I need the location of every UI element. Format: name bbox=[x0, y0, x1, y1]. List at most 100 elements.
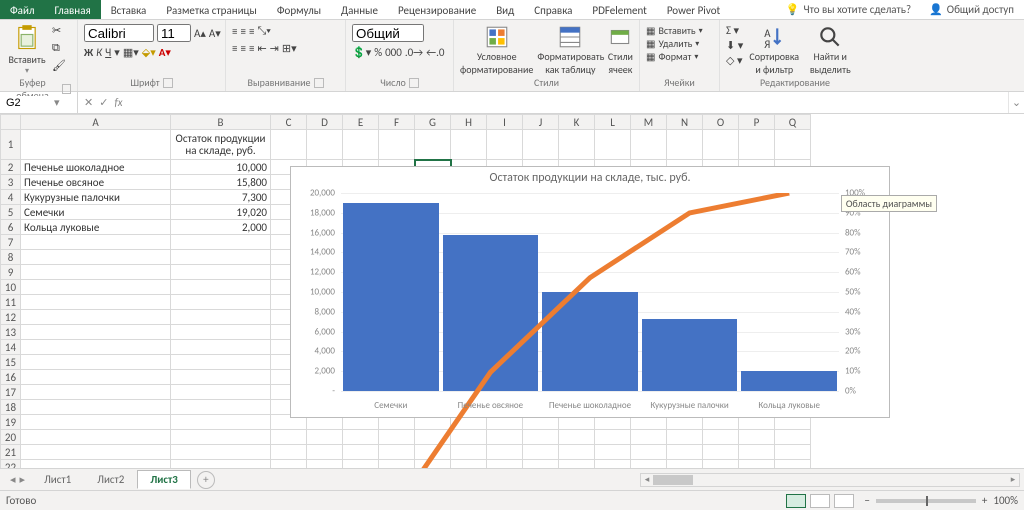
view-page-break-button[interactable] bbox=[834, 494, 854, 508]
cells-format-button[interactable]: ▦Формат▾ bbox=[646, 50, 703, 63]
cell-A3[interactable]: Печенье овсяное bbox=[21, 175, 171, 190]
share-button[interactable]: 👤 Общий доступ bbox=[919, 0, 1024, 19]
cell-B2[interactable]: 10,000 bbox=[171, 160, 271, 175]
orientation-icon[interactable]: ⤡▾ bbox=[257, 24, 270, 38]
fx-icon[interactable]: fx bbox=[114, 96, 122, 109]
worksheet-grid[interactable]: ABCDEFGHIJKLMNOPQ1Остаток продукции на с… bbox=[0, 114, 1024, 468]
scroll-right-icon[interactable]: ▸ bbox=[1007, 474, 1019, 486]
cell-D1[interactable] bbox=[307, 130, 343, 160]
col-header-L[interactable]: L bbox=[595, 115, 631, 130]
row-header-20[interactable]: 20 bbox=[1, 430, 21, 445]
tab-Формулы[interactable]: Формулы bbox=[267, 0, 331, 19]
cell-B3[interactable]: 15,800 bbox=[171, 175, 271, 190]
col-header-K[interactable]: K bbox=[559, 115, 595, 130]
col-header-J[interactable]: J bbox=[523, 115, 559, 130]
row-header-10[interactable]: 10 bbox=[1, 280, 21, 295]
cell-B17[interactable] bbox=[171, 385, 271, 400]
sheet-tab-Лист1[interactable]: Лист1 bbox=[31, 470, 84, 489]
cell-A2[interactable]: Печенье шоколадное bbox=[21, 160, 171, 175]
cell-A9[interactable] bbox=[21, 265, 171, 280]
cells-insert-button[interactable]: ▦Вставить▾ bbox=[646, 24, 703, 37]
cell-C22[interactable] bbox=[271, 460, 307, 469]
cell-A10[interactable] bbox=[21, 280, 171, 295]
comma-icon[interactable]: 000 bbox=[385, 46, 402, 59]
zoom-slider[interactable] bbox=[876, 499, 976, 503]
cell-M1[interactable] bbox=[631, 130, 667, 160]
view-normal-button[interactable] bbox=[786, 494, 806, 508]
col-header-O[interactable]: O bbox=[703, 115, 739, 130]
font-name-select[interactable] bbox=[84, 24, 154, 42]
cell-D21[interactable] bbox=[307, 445, 343, 460]
cell-B22[interactable] bbox=[171, 460, 271, 469]
view-page-layout-button[interactable] bbox=[810, 494, 830, 508]
percent-icon[interactable]: % bbox=[374, 46, 382, 59]
cell-L1[interactable] bbox=[595, 130, 631, 160]
italic-button[interactable]: К bbox=[96, 46, 102, 59]
cell-B7[interactable] bbox=[171, 235, 271, 250]
row-header-19[interactable]: 19 bbox=[1, 415, 21, 430]
row-header-3[interactable]: 3 bbox=[1, 175, 21, 190]
expand-formula-icon[interactable]: ⌄ bbox=[1008, 92, 1024, 113]
row-header-14[interactable]: 14 bbox=[1, 340, 21, 355]
cut-icon[interactable]: ✂ bbox=[52, 24, 66, 37]
tab-Справка[interactable]: Справка bbox=[524, 0, 582, 19]
sort-filter-button[interactable]: AЯ Сортировка и фильтр bbox=[747, 24, 801, 76]
cell-A19[interactable] bbox=[21, 415, 171, 430]
cell-B20[interactable] bbox=[171, 430, 271, 445]
name-box-dropdown-icon[interactable]: ▾ bbox=[54, 96, 60, 109]
cell-O1[interactable] bbox=[703, 130, 739, 160]
col-header-C[interactable]: C bbox=[271, 115, 307, 130]
cell-B13[interactable] bbox=[171, 325, 271, 340]
cell-B16[interactable] bbox=[171, 370, 271, 385]
cell-B15[interactable] bbox=[171, 355, 271, 370]
row-header-15[interactable]: 15 bbox=[1, 355, 21, 370]
col-header-G[interactable]: G bbox=[415, 115, 451, 130]
col-header-B[interactable]: B bbox=[171, 115, 271, 130]
row-header-1[interactable]: 1 bbox=[1, 130, 21, 160]
row-header-13[interactable]: 13 bbox=[1, 325, 21, 340]
font-dialog-icon[interactable] bbox=[163, 78, 173, 88]
col-header-Q[interactable]: Q bbox=[775, 115, 811, 130]
row-header-7[interactable]: 7 bbox=[1, 235, 21, 250]
row-header-21[interactable]: 21 bbox=[1, 445, 21, 460]
cell-B21[interactable] bbox=[171, 445, 271, 460]
col-header-I[interactable]: I bbox=[487, 115, 523, 130]
cell-B18[interactable] bbox=[171, 400, 271, 415]
align-middle-icon[interactable]: ≡ bbox=[240, 25, 245, 38]
cell-I1[interactable] bbox=[487, 130, 523, 160]
name-box-input[interactable] bbox=[4, 96, 54, 110]
bold-button[interactable]: Ж bbox=[84, 46, 93, 59]
cell-C21[interactable] bbox=[271, 445, 307, 460]
number-dialog-icon[interactable] bbox=[409, 78, 419, 88]
align-top-icon[interactable]: ≡ bbox=[232, 25, 237, 38]
row-header-2[interactable]: 2 bbox=[1, 160, 21, 175]
paste-button[interactable]: Вставить ▾ bbox=[6, 24, 48, 76]
tell-me[interactable]: 💡 Что вы хотите сделать? bbox=[778, 0, 919, 19]
col-header-M[interactable]: M bbox=[631, 115, 667, 130]
cell-A21[interactable] bbox=[21, 445, 171, 460]
cell-B6[interactable]: 2,000 bbox=[171, 220, 271, 235]
cell-H1[interactable] bbox=[451, 130, 487, 160]
row-header-22[interactable]: 22 bbox=[1, 460, 21, 469]
row-header-9[interactable]: 9 bbox=[1, 265, 21, 280]
font-color-button[interactable]: A▾ bbox=[159, 46, 171, 59]
cell-C1[interactable] bbox=[271, 130, 307, 160]
cell-C20[interactable] bbox=[271, 430, 307, 445]
cell-Q1[interactable] bbox=[775, 130, 811, 160]
tab-Разметка страницы[interactable]: Разметка страницы bbox=[156, 0, 267, 19]
indent-dec-icon[interactable]: ⇤ bbox=[257, 42, 266, 55]
zoom-out-button[interactable]: − bbox=[864, 494, 869, 507]
cancel-icon[interactable]: ✕ bbox=[84, 96, 93, 109]
row-header-17[interactable]: 17 bbox=[1, 385, 21, 400]
formula-input[interactable] bbox=[129, 92, 1008, 113]
sheet-nav-prev-icon[interactable]: ◂ bbox=[10, 473, 16, 486]
sheet-tab-Лист2[interactable]: Лист2 bbox=[84, 470, 137, 489]
cell-A17[interactable] bbox=[21, 385, 171, 400]
row-header-5[interactable]: 5 bbox=[1, 205, 21, 220]
align-left-icon[interactable]: ≡ bbox=[232, 42, 237, 55]
cell-A14[interactable] bbox=[21, 340, 171, 355]
name-box[interactable]: ▾ bbox=[0, 92, 78, 113]
number-format-select[interactable] bbox=[352, 24, 424, 42]
tab-Главная[interactable]: Главная bbox=[45, 0, 101, 19]
cell-B8[interactable] bbox=[171, 250, 271, 265]
